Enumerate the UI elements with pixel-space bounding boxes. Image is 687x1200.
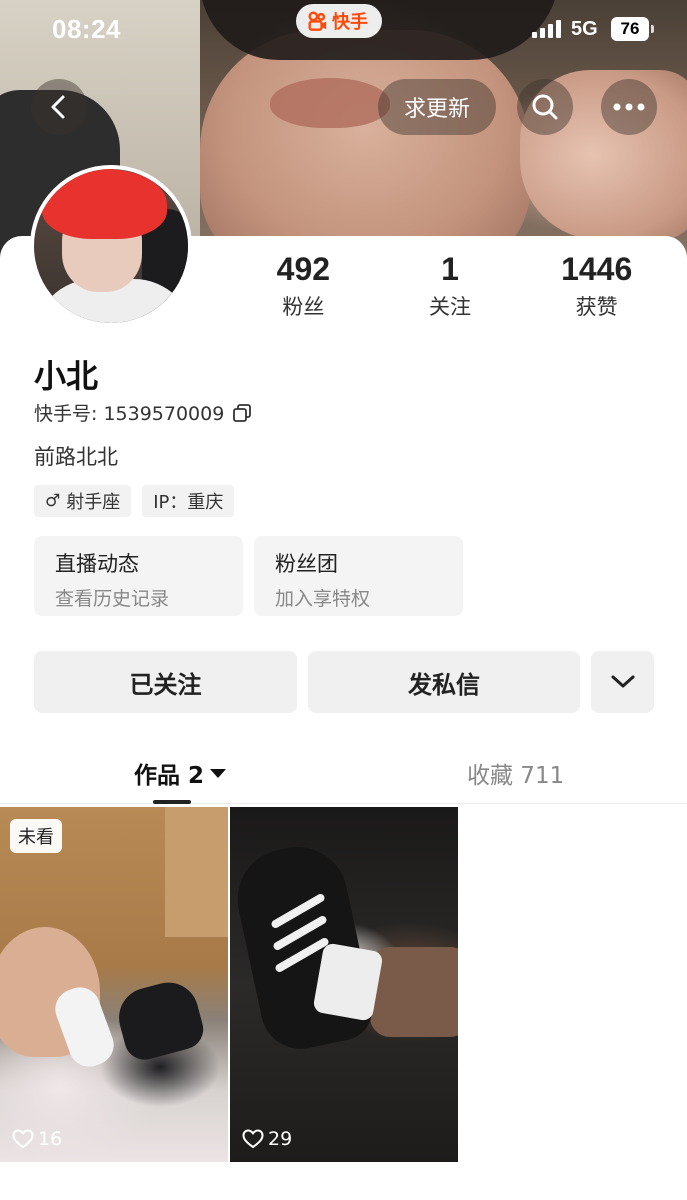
work-thumbnail[interactable]: 未看 16 [0, 807, 228, 1162]
tab-works-label: 作品 2 [134, 763, 205, 789]
search-button[interactable] [517, 79, 573, 135]
work-thumbnail[interactable]: 29 [230, 807, 458, 1162]
expand-button[interactable] [591, 651, 654, 713]
more-button[interactable] [601, 79, 657, 135]
stat-followers[interactable]: 492 粉丝 [230, 249, 377, 321]
heart-icon [12, 1129, 34, 1149]
tab-favorites[interactable]: 收藏 711 [467, 756, 564, 790]
followed-button[interactable]: 已关注 [34, 651, 297, 713]
tab-favorites-label: 收藏 711 [467, 763, 565, 789]
like-count-value: 29 [268, 1128, 293, 1150]
unwatched-badge: 未看 [10, 819, 62, 853]
stat-value: 1 [441, 251, 459, 287]
stat-label: 关注 [429, 295, 471, 319]
like-count-value: 16 [38, 1128, 63, 1150]
back-button[interactable] [31, 79, 87, 135]
like-count: 16 [12, 1128, 62, 1150]
profile-name: 小北 [34, 357, 99, 395]
stat-following[interactable]: 1 关注 [377, 249, 524, 321]
kuaishou-id: 快手号: 1539570009 [34, 403, 225, 425]
kuaishou-id-row: 快手号: 1539570009 [34, 399, 252, 426]
chevron-down-icon [611, 675, 634, 688]
ip-label: IP：重庆 [153, 492, 224, 513]
app-brand-name: 快手 [332, 12, 368, 33]
live-history-entry[interactable]: 直播动态 查看历史记录 [34, 536, 243, 616]
profile-bio: 前路北北 [34, 445, 118, 469]
status-time: 08:24 [52, 14, 121, 44]
more-icon [613, 103, 645, 111]
cover-lips [270, 78, 390, 128]
request-update-button[interactable]: 求更新 [378, 79, 496, 135]
caret-down-icon [210, 768, 227, 778]
profile-tags: ♂ 射手座 IP：重庆 [34, 485, 235, 517]
copy-icon[interactable] [232, 403, 252, 423]
avatar[interactable] [30, 165, 192, 327]
zodiac-tag: ♂ 射手座 [34, 485, 132, 517]
network-type: 5G [571, 18, 598, 40]
tab-works[interactable]: 作品 2 [134, 756, 227, 790]
stat-likes[interactable]: 1446 获赞 [523, 249, 670, 321]
tab-active-indicator [153, 800, 191, 804]
heart-icon [242, 1129, 264, 1149]
status-bar: 08:24 快手 5G 76 [0, 0, 687, 60]
stat-label: 获赞 [575, 295, 618, 319]
profile-actions: 已关注 发私信 [34, 651, 654, 713]
entry-subtitle: 加入享特权 [275, 588, 371, 610]
app-brand-pill: 快手 [296, 4, 382, 38]
back-icon [51, 95, 65, 119]
entry-subtitle: 查看历史记录 [55, 588, 170, 610]
profile-entries: 直播动态 查看历史记录 粉丝团 加入享特权 [34, 536, 463, 616]
like-count: 29 [242, 1128, 292, 1150]
signal-icon [532, 20, 561, 38]
ip-tag: IP：重庆 [142, 485, 235, 517]
entry-title: 粉丝团 [275, 552, 338, 576]
kuaishou-logo-icon [308, 11, 327, 31]
fan-club-entry[interactable]: 粉丝团 加入享特权 [254, 536, 463, 616]
works-grid: 未看 16 29 [0, 807, 687, 1162]
search-icon [532, 94, 558, 120]
stat-value: 492 [276, 251, 331, 287]
content-tabs: 作品 2 收藏 711 [0, 740, 687, 804]
stat-label: 粉丝 [282, 295, 325, 319]
zodiac-label: 射手座 [66, 492, 121, 513]
male-icon: ♂ [45, 491, 61, 511]
cover-face [200, 30, 530, 260]
entry-title: 直播动态 [55, 552, 139, 576]
send-message-button[interactable]: 发私信 [308, 651, 580, 713]
profile-stats: 492 粉丝 1 关注 1446 获赞 [230, 249, 670, 321]
stat-value: 1446 [561, 251, 633, 287]
battery-icon: 76 [611, 17, 654, 41]
